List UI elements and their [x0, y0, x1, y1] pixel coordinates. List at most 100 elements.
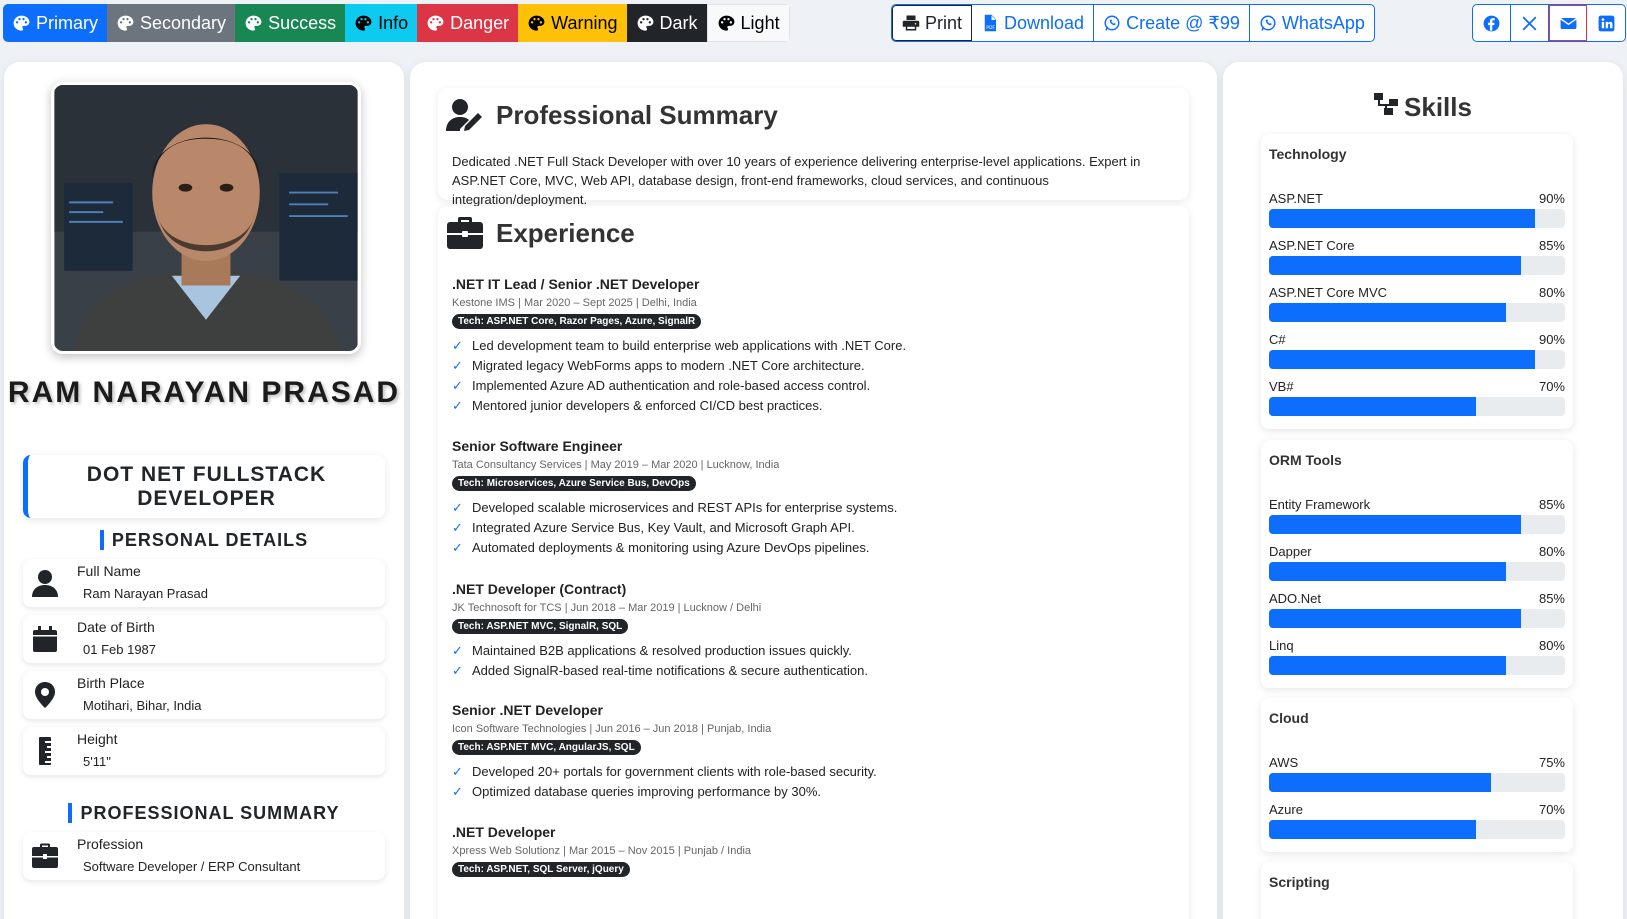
skill-item: ASP.NET Core 85%	[1269, 238, 1565, 275]
theme-button-label: Dark	[659, 12, 698, 33]
tech-badge: Tech: ASP.NET Core, Razor Pages, Azure, …	[452, 314, 702, 329]
skill-item: Linq 80%	[1269, 638, 1565, 675]
job-point: Automated deployments & monitoring using…	[452, 538, 1172, 558]
professional-summary-heading: PROFESSIONAL SUMMARY	[4, 803, 404, 824]
theme-button-secondary[interactable]: Secondary	[107, 4, 236, 42]
detail-label: Profession	[77, 836, 144, 852]
personal-details-heading: PERSONAL DETAILS	[4, 530, 404, 551]
theme-button-label: Success	[268, 12, 337, 33]
skills-card: Skills Technology ASP.NET 90% ASP.NET Core 8…	[1223, 62, 1623, 919]
download-button[interactable]: PDF Download	[972, 5, 1095, 41]
x-share-button[interactable]	[1511, 5, 1549, 41]
summary-title-text: Professional Summary	[496, 99, 778, 130]
profile-name: RAM NARAYAN PRASAD	[7, 376, 401, 409]
palette-icon	[636, 14, 655, 33]
job-title: Senior .NET Developer	[452, 702, 603, 718]
skill-bar	[1269, 562, 1565, 581]
linkedin-icon	[1598, 15, 1614, 31]
job-points: Developed scalable microservices and RES…	[452, 498, 1172, 558]
detail-value: Software Developer / ERP Consultant	[83, 859, 301, 874]
skill-item: C# 90%	[1269, 332, 1565, 369]
skill-percent: 85%	[1538, 591, 1565, 606]
skill-percent: 85%	[1538, 497, 1565, 512]
theme-button-dark[interactable]: Dark	[626, 4, 707, 42]
detail-label: Date of Birth	[77, 619, 155, 635]
whatsapp-button[interactable]: WhatsApp	[1250, 5, 1374, 41]
profile-photo	[51, 82, 361, 354]
skill-item: ASP.NET Core MVC 80%	[1269, 285, 1565, 322]
email-share-button[interactable]	[1549, 5, 1587, 41]
job-point: Led development team to build enterprise…	[452, 336, 1172, 356]
professional-summary-heading-text: PROFESSIONAL SUMMARY	[68, 803, 340, 823]
action-button-group: Print PDF Download Create @ ₹99 WhatsApp	[891, 4, 1375, 42]
theme-button-primary[interactable]: Primary	[3, 4, 107, 42]
skill-bar-fill	[1269, 256, 1521, 275]
theme-button-light[interactable]: Light	[706, 4, 790, 42]
skills-title-text: Skills	[1404, 92, 1472, 122]
skill-name: Azure	[1269, 802, 1303, 817]
detail-item: Date of Birth 01 Feb 1987	[23, 615, 385, 663]
skill-name: ASP.NET Core	[1269, 238, 1355, 253]
skill-bar-fill	[1269, 209, 1536, 228]
experience-title: Experience	[446, 216, 635, 250]
detail-item: Birth Place Motihari, Bihar, India	[23, 671, 385, 719]
create-button[interactable]: Create @ ₹99	[1094, 5, 1250, 41]
skill-bar-fill	[1269, 397, 1477, 416]
mail-icon	[1559, 17, 1577, 29]
job-title: Senior Software Engineer	[452, 438, 623, 454]
experience-item: .NET IT Lead / Senior .NET Developer Kest…	[452, 276, 1172, 416]
palette-icon	[527, 14, 546, 33]
skill-item: VB# 70%	[1269, 379, 1565, 416]
print-label: Print	[925, 12, 963, 33]
theme-button-warning[interactable]: Warning	[518, 4, 627, 42]
skill-name: ASP.NET Core MVC	[1269, 285, 1388, 300]
skill-group-name: ORM Tools	[1269, 452, 1342, 468]
skill-group: Scripting	[1261, 862, 1573, 919]
skill-name: Linq	[1269, 638, 1294, 653]
experience-section: Experience .NET IT Lead / Senior .NET De…	[438, 206, 1189, 919]
job-title: .NET Developer	[452, 824, 556, 840]
profile-role-text: DOT NET FULLSTACK DEVELOPER	[86, 462, 327, 510]
skill-bar	[1269, 656, 1565, 675]
skill-percent: 90%	[1538, 191, 1565, 206]
x-icon	[1522, 16, 1537, 30]
theme-button-label: Light	[740, 12, 780, 33]
skill-item: ADO.Net 85%	[1269, 591, 1565, 628]
print-button[interactable]: Print	[892, 5, 973, 41]
experience-item: .NET Developer Xpress Web Solutionz | Mar…	[452, 824, 1172, 877]
summary-text: Dedicated .NET Full Stack Developer with…	[452, 154, 1141, 207]
skill-group: Cloud AWS 75% Azure 70%	[1261, 698, 1573, 852]
facebook-share-button[interactable]	[1473, 5, 1511, 41]
skill-name: VB#	[1269, 379, 1294, 394]
skill-item: ASP.NET 90%	[1269, 191, 1565, 228]
job-title: .NET IT Lead / Senior .NET Developer	[452, 276, 700, 292]
palette-icon	[244, 14, 263, 33]
job-point: Optimized database queries improving per…	[452, 782, 1172, 802]
theme-button-success[interactable]: Success	[235, 4, 346, 42]
palette-icon	[426, 14, 445, 33]
skill-bar	[1269, 820, 1565, 839]
ruler-icon	[31, 737, 59, 765]
theme-button-danger[interactable]: Danger	[417, 4, 519, 42]
theme-button-info[interactable]: Info	[345, 4, 418, 42]
job-point: Maintained B2B applications & resolved p…	[452, 641, 1172, 661]
pdf-file-icon: PDF	[984, 14, 997, 32]
linkedin-share-button[interactable]	[1587, 5, 1625, 41]
skill-percent: 85%	[1538, 238, 1565, 253]
skill-name: Entity Framework	[1269, 497, 1371, 512]
detail-item: Full Name Ram Narayan Prasad	[23, 559, 385, 607]
briefcase-icon	[31, 842, 59, 870]
job-point: Developed scalable microservices and RES…	[452, 498, 1172, 518]
experience-title-text: Experience	[496, 217, 635, 248]
tech-badge: Tech: ASP.NET, SQL Server, jQuery	[452, 862, 630, 877]
job-meta: Tata Consultancy Services | May 2019 – M…	[452, 459, 780, 471]
toolbar: Primary Secondary Success Info Danger Warning…	[0, 4, 1627, 42]
detail-label: Birth Place	[77, 675, 145, 691]
skill-bar-fill	[1269, 820, 1477, 839]
printer-icon	[902, 15, 920, 31]
palette-icon	[717, 14, 736, 33]
detail-item: Height 5'11"	[23, 727, 385, 775]
skill-bar	[1269, 256, 1565, 275]
facebook-icon	[1483, 15, 1500, 31]
skill-name: ADO.Net	[1269, 591, 1322, 606]
